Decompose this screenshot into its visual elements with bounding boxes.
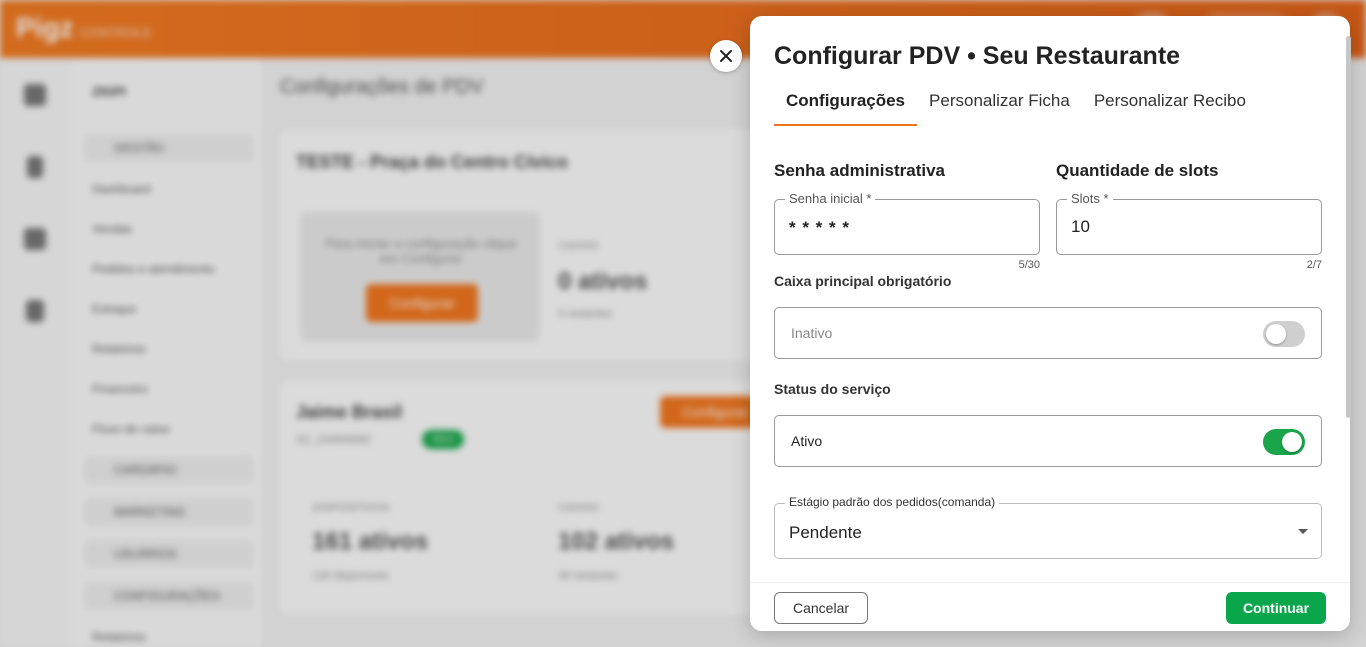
cancel-button[interactable]: Cancelar: [774, 592, 868, 624]
main-cashier-label: Caixa principal obrigatório: [774, 273, 952, 289]
password-counter: 5/30: [1018, 259, 1040, 271]
dialog-footer: Cancelar Continuar: [750, 582, 1350, 631]
toggle-knob: [1266, 324, 1286, 344]
main-cashier-toggle[interactable]: [1263, 321, 1305, 347]
slots-value: 10: [1071, 217, 1090, 236]
slots-counter: 2/7: [1306, 259, 1322, 271]
continue-button[interactable]: Continuar: [1226, 592, 1326, 624]
close-button[interactable]: [710, 40, 742, 72]
dialog-scrollbar[interactable]: [1346, 36, 1351, 418]
tab-configuracoes[interactable]: Configurações: [774, 88, 918, 126]
chevron-down-icon: [1298, 529, 1308, 534]
service-status-state: Ativo: [791, 433, 823, 449]
initial-password-value: * * * * *: [789, 218, 850, 237]
order-stage-label: Estágio padrão dos pedidos(comanda): [785, 495, 1000, 509]
service-status-row: Ativo: [774, 415, 1322, 467]
toggle-knob: [1282, 432, 1302, 452]
main-cashier-state: Inativo: [791, 325, 833, 341]
order-stage-value: Pendente: [789, 523, 862, 542]
slots-heading: Quantidade de slots: [1056, 161, 1219, 180]
dialog-title: Configurar PDV • Seu Restaurante: [774, 42, 1181, 70]
close-icon: [720, 50, 732, 62]
tab-personalizar-ficha[interactable]: Personalizar Ficha: [917, 88, 1082, 126]
slots-label: Slots *: [1067, 191, 1113, 206]
slots-field[interactable]: Slots * 10: [1056, 191, 1322, 255]
initial-password-field[interactable]: Senha inicial * * * * * *: [774, 191, 1040, 255]
tab-bar: Configurações Personalizar Ficha Persona…: [774, 88, 1258, 126]
configure-pdv-dialog: Configurar PDV • Seu Restaurante Configu…: [750, 16, 1350, 631]
service-status-label: Status do serviço: [774, 381, 891, 397]
admin-password-heading: Senha administrativa: [774, 161, 946, 180]
order-stage-select[interactable]: Estágio padrão dos pedidos(comanda) Pend…: [774, 495, 1322, 559]
service-status-toggle[interactable]: [1263, 429, 1305, 455]
tab-personalizar-recibo[interactable]: Personalizar Recibo: [1082, 88, 1258, 126]
initial-password-label: Senha inicial *: [785, 191, 876, 206]
main-cashier-row: Inativo: [774, 307, 1322, 359]
